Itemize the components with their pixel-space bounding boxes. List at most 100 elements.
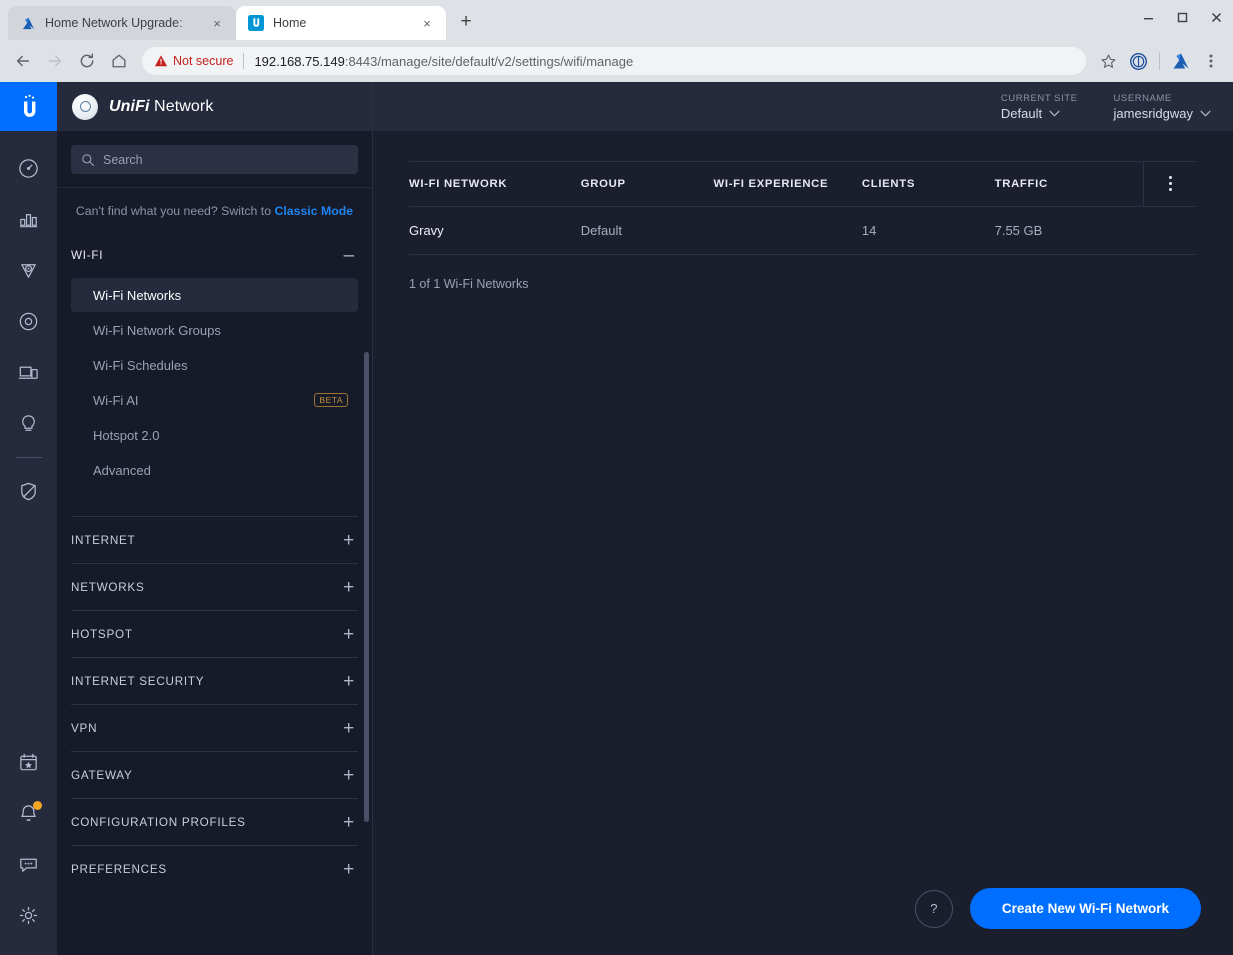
notification-badge [32,801,42,810]
chat-icon[interactable] [5,839,53,890]
search-placeholder: Search [103,152,143,167]
protect-shield-icon[interactable] [5,466,53,517]
sidebar-item-wifi-networks[interactable]: Wi-Fi Networks [71,278,358,312]
home-icon[interactable] [104,46,134,76]
section-title: GATEWAY [71,768,133,782]
sidebar-item-wifi-ai[interactable]: Wi-Fi AI BETA [71,383,358,417]
column-header-options[interactable] [1142,161,1198,207]
nav-label: Wi-Fi Network Groups [93,322,221,338]
not-secure-indicator[interactable]: Not secure [154,54,233,68]
sidebar-section-internet-security[interactable]: INTERNET SECURITY + [71,658,358,704]
url-host: 192.168.75.149 [254,53,345,69]
notifications-bell-icon[interactable] [5,788,53,839]
sidebar-section-networks[interactable]: NETWORKS + [71,564,358,610]
sidebar-section-configuration-profiles[interactable]: CONFIGURATION PROFILES + [71,799,358,845]
column-header-wifi-experience[interactable]: WI-FI EXPERIENCE [713,161,862,207]
omnibox-divider [243,53,245,69]
insights-icon[interactable] [5,398,53,449]
row-options-icon[interactable] [1144,176,1198,191]
sidebar-section-vpn[interactable]: VPN + [71,705,358,751]
create-new-wifi-network-button[interactable]: Create New Wi-Fi Network [969,888,1201,929]
username-selector[interactable]: USERNAME jamesridgway [1114,93,1211,121]
app-brand-header: UniFi Network [57,82,372,131]
sidebar-item-hotspot-20[interactable]: Hotspot 2.0 [71,418,358,452]
settings-gear-icon[interactable] [5,890,53,941]
sidebar-scrollbar[interactable] [364,352,369,822]
tab-title: Home [273,16,307,30]
calendar-star-icon[interactable] [5,737,53,788]
browser-tab-2[interactable]: Home × [236,6,446,40]
maximize-button[interactable] [1165,0,1199,34]
current-site-value-row: Default [1001,106,1078,121]
devices-icon[interactable] [5,296,53,347]
brand-unifi: UniFi [109,97,150,115]
collapse-icon[interactable]: – [344,246,358,265]
sidebar-section-wifi[interactable]: WI-FI – [71,232,358,278]
expand-icon[interactable]: + [343,625,358,644]
ubiquiti-logo[interactable] [0,82,57,131]
expand-icon[interactable]: + [343,672,358,691]
sidebar-section-gateway[interactable]: GATEWAY + [71,752,358,798]
help-button[interactable]: ? [914,889,953,928]
search-icon [82,153,94,166]
table-body: Gravy Default 14 7.55 GB [409,206,1197,255]
minimize-button[interactable] [1131,0,1165,34]
forward-button[interactable] [40,46,70,76]
cell-traffic: 7.55 GB [994,206,1143,255]
sidebar-item-advanced[interactable]: Advanced [71,453,358,487]
dashboard-icon[interactable] [5,143,53,194]
chevron-down-icon [1200,110,1211,116]
clients-icon[interactable] [5,347,53,398]
main-content: CURRENT SITE Default USERNAME jamesridgw… [373,82,1233,955]
tab-close-button[interactable]: × [418,14,436,32]
column-header-clients[interactable]: CLIENTS [861,161,995,207]
current-site-selector[interactable]: CURRENT SITE Default [1001,93,1078,121]
sidebar-section-preferences[interactable]: PREFERENCES + [71,846,358,892]
back-button[interactable] [8,46,38,76]
new-tab-button[interactable]: + [452,8,480,36]
sidebar-section-hotspot[interactable]: HOTSPOT + [71,611,358,657]
expand-icon[interactable]: + [343,813,358,832]
unifi-icon [248,15,264,31]
section-title: HOTSPOT [71,627,133,641]
close-window-button[interactable] [1199,0,1233,34]
nav-label: Wi-Fi AI [93,392,139,408]
window-controls [1131,0,1233,34]
topology-icon[interactable] [5,245,53,296]
app-icon-rail [0,82,57,955]
table-header-row: WI-FI NETWORK GROUP WI-FI EXPERIENCE CLI… [409,161,1198,207]
column-header-group[interactable]: GROUP [580,161,714,207]
cell-group: Default [580,206,714,255]
app-brand-title: UniFi Network [109,98,213,116]
sidebar-section-internet[interactable]: INTERNET + [71,517,358,563]
sidebar-search-wrapper: Search [57,131,372,188]
expand-icon[interactable]: + [343,578,358,597]
section-title: INTERNET SECURITY [71,674,205,688]
browser-toolbar: Not secure 192.168.75.149:8443/manage/si… [0,40,1233,82]
results-count: 1 of 1 Wi-Fi Networks [409,277,529,291]
1password-icon[interactable] [1124,47,1152,75]
section-title: PREFERENCES [71,862,167,876]
browser-tab-1[interactable]: Home Network Upgrade: × [8,6,236,40]
column-header-wifi-network[interactable]: WI-FI NETWORK [409,161,581,207]
sidebar-item-wifi-schedules[interactable]: Wi-Fi Schedules [71,348,358,382]
wifi-networks-table-wrapper: WI-FI NETWORK GROUP WI-FI EXPERIENCE CLI… [373,131,1233,255]
chrome-menu-icon[interactable] [1197,47,1225,75]
column-header-traffic[interactable]: TRAFFIC [994,161,1143,207]
expand-icon[interactable]: + [343,531,358,550]
expand-icon[interactable]: + [343,719,358,738]
tab-close-button[interactable]: × [208,14,226,32]
brand-network: Network [154,97,214,115]
search-input[interactable]: Search [71,145,358,174]
sidebar-item-wifi-network-groups[interactable]: Wi-Fi Network Groups [71,313,358,347]
profile-icon[interactable] [1167,47,1195,75]
bookmark-star-icon[interactable] [1094,47,1122,75]
table-row[interactable]: Gravy Default 14 7.55 GB [409,206,1197,255]
expand-icon[interactable]: + [343,860,358,879]
address-bar[interactable]: Not secure 192.168.75.149:8443/manage/si… [142,47,1086,75]
reload-button[interactable] [72,46,102,76]
classic-mode-link[interactable]: Classic Mode [274,204,353,218]
statistics-icon[interactable] [5,194,53,245]
expand-icon[interactable]: + [343,766,358,785]
